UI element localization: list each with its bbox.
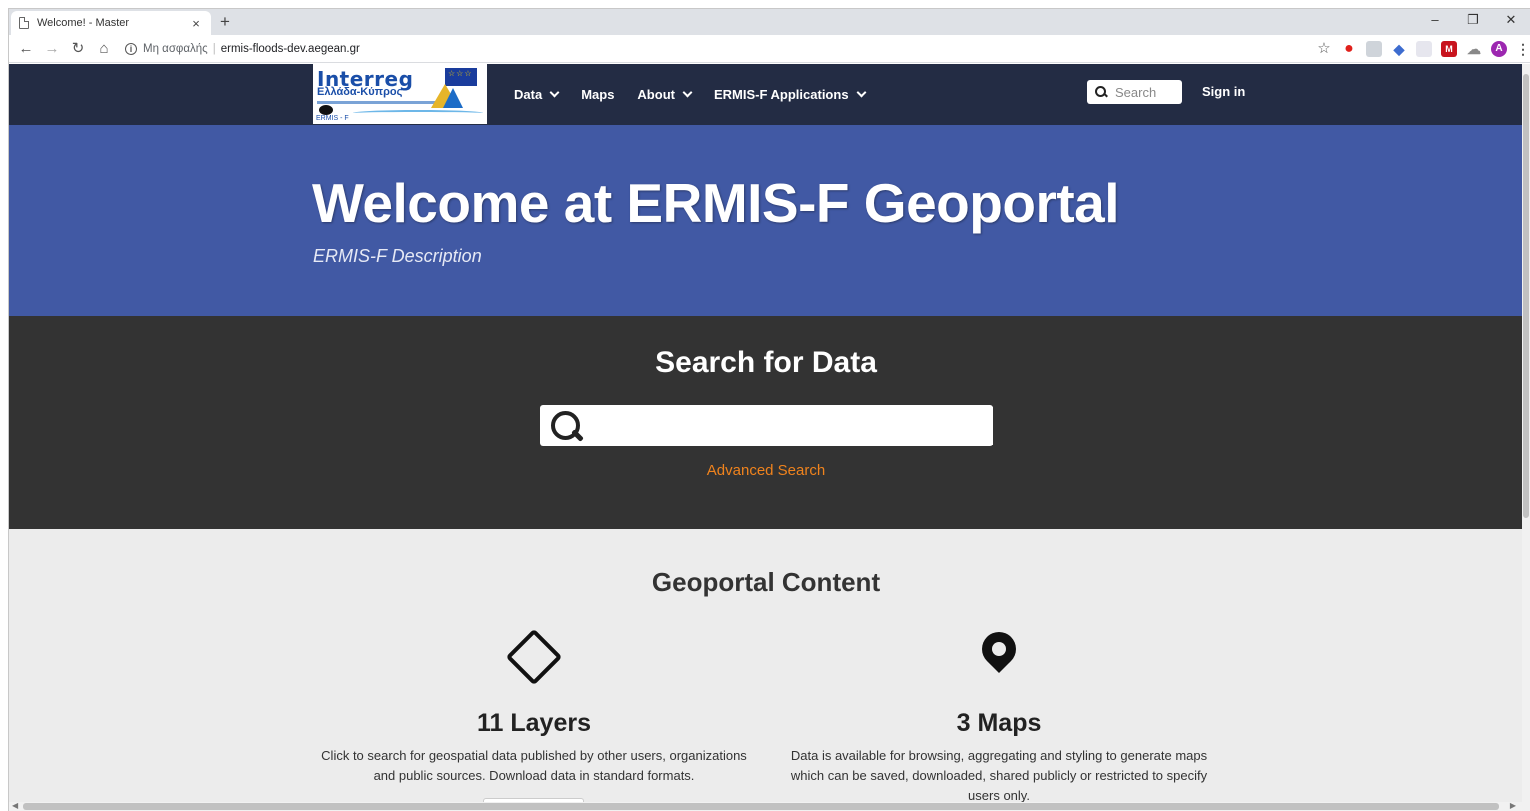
scroll-left-icon[interactable]: ◀	[12, 801, 18, 810]
horizontal-scrollbar[interactable]: ◀ ▶	[9, 801, 1530, 811]
tab-close-icon[interactable]: ×	[189, 16, 203, 31]
layers-card: 11 Layers Click to search for geospatial…	[309, 628, 759, 803]
card-icon-area[interactable]	[777, 624, 1221, 689]
card-icon-area[interactable]	[309, 628, 759, 689]
cloud-icon[interactable]: ☁	[1466, 41, 1482, 57]
nav-search-input[interactable]	[1115, 84, 1175, 100]
nav-item-maps[interactable]: Maps	[581, 87, 614, 102]
nav-item-about[interactable]: About	[637, 87, 693, 102]
chevron-down-icon	[549, 87, 560, 98]
nav-item-label: About	[637, 87, 675, 102]
content-heading: Geoportal Content	[651, 567, 881, 597]
logo-tag: ERMIS - F	[316, 115, 349, 122]
nav-menu: Data Maps About ERMIS-F Applications	[514, 64, 888, 125]
forward-icon[interactable]: →	[39, 37, 65, 61]
graduation-cap-icon[interactable]: ◆	[1391, 41, 1407, 57]
bookmark-star-icon[interactable]: ☆	[1316, 41, 1332, 57]
chevron-down-icon	[682, 87, 693, 98]
minimize-icon[interactable]: –	[1416, 9, 1454, 33]
mendeley-icon[interactable]: M	[1441, 41, 1457, 57]
layers-count[interactable]: 11 Layers	[309, 709, 759, 738]
sign-in-link[interactable]: Sign in	[1202, 84, 1245, 99]
new-tab-button[interactable]: +	[215, 12, 235, 32]
maps-card: 3 Maps Data is available for browsing, a…	[777, 624, 1221, 803]
search-icon	[1095, 86, 1107, 98]
home-icon[interactable]: ⌂	[91, 37, 117, 61]
diamond-icon[interactable]	[505, 628, 563, 686]
data-search-input[interactable]	[588, 406, 993, 445]
profile-avatar[interactable]: A	[1491, 41, 1507, 57]
advanced-search-link[interactable]: Advanced Search	[9, 462, 1523, 479]
wave-icon	[353, 110, 483, 116]
data-search-box[interactable]	[540, 405, 993, 446]
vertical-scrollbar[interactable]	[1522, 64, 1530, 803]
close-window-icon[interactable]: ✕	[1492, 9, 1530, 33]
interreg-logo[interactable]: Interreg Ελλάδα-Κύπρος ERMIS - F	[313, 64, 487, 124]
search-icon	[548, 406, 588, 446]
extension-icon[interactable]	[1366, 41, 1382, 57]
tab-strip: Welcome! - Master × + – ❐ ✕	[9, 9, 1530, 35]
nav-search-box[interactable]	[1087, 80, 1182, 104]
info-icon[interactable]: i	[125, 43, 137, 55]
nav-item-label: Maps	[581, 87, 615, 102]
page-subtitle: ERMIS-F Description	[313, 246, 482, 266]
chevron-down-icon	[856, 87, 866, 98]
url-text[interactable]: ermis-floods-dev.aegean.gr	[221, 43, 360, 55]
tab-title: Welcome! - Master	[37, 17, 130, 29]
nav-item-applications[interactable]: ERMIS-F Applications	[713, 87, 866, 102]
scrollbar-thumb[interactable]	[23, 803, 1499, 810]
scroll-right-icon[interactable]: ▶	[1510, 801, 1516, 810]
logo-divider	[317, 101, 437, 104]
layers-description: Click to search for geospatial data publ…	[321, 748, 747, 783]
more-menu-icon[interactable]: ⋮	[1516, 41, 1530, 57]
page-icon	[19, 17, 29, 29]
reload-icon[interactable]: ↻	[65, 37, 91, 61]
address-bar[interactable]: i Μη ασφαλής | ermis-floods-dev.aegean.g…	[125, 37, 1294, 61]
site-navbar: Interreg Ελλάδα-Κύπρος ERMIS - F Data Ma…	[9, 64, 1523, 125]
page-title: Welcome at ERMIS-F Geoportal	[312, 172, 1120, 234]
extensions-bar: ☆ ● ◆ M ☁ A ⋮	[1316, 40, 1530, 58]
maps-count[interactable]: 3 Maps	[777, 709, 1221, 738]
browser-window: Welcome! - Master × + – ❐ ✕ ← → ↻ ⌂ i Μη…	[8, 8, 1530, 811]
browser-tab[interactable]: Welcome! - Master ×	[11, 11, 211, 35]
url-separator: |	[212, 43, 216, 55]
restore-icon[interactable]: ❐	[1454, 9, 1492, 33]
nav-item-label: Data	[514, 87, 543, 102]
logo-country: Ελλάδα-Κύπρος	[317, 86, 403, 98]
insecure-label: Μη ασφαλής	[143, 43, 208, 55]
maps-description: Data is available for browsing, aggregat…	[790, 748, 1208, 803]
eye-icon	[319, 105, 333, 115]
map-pin-icon[interactable]	[974, 624, 1024, 674]
back-icon[interactable]: ←	[13, 37, 39, 61]
window-controls: – ❐ ✕	[1416, 9, 1530, 33]
hero-banner: Welcome at ERMIS-F Geoportal ERMIS-F Des…	[9, 125, 1523, 316]
search-section: Search for Data Advanced Search	[9, 316, 1523, 529]
browser-toolbar: ← → ↻ ⌂ i Μη ασφαλής | ermis-floods-dev.…	[9, 35, 1530, 63]
nav-item-data[interactable]: Data	[514, 87, 560, 102]
scrollbar-thumb[interactable]	[1523, 74, 1529, 518]
extension-icon[interactable]	[1416, 41, 1432, 57]
page-viewport: Interreg Ελλάδα-Κύπρος ERMIS - F Data Ma…	[9, 64, 1523, 803]
nav-item-label: ERMIS-F Applications	[713, 87, 849, 102]
sail-icon	[443, 88, 463, 108]
opera-extension-icon[interactable]: ●	[1341, 41, 1357, 57]
search-heading: Search for Data	[655, 346, 877, 379]
